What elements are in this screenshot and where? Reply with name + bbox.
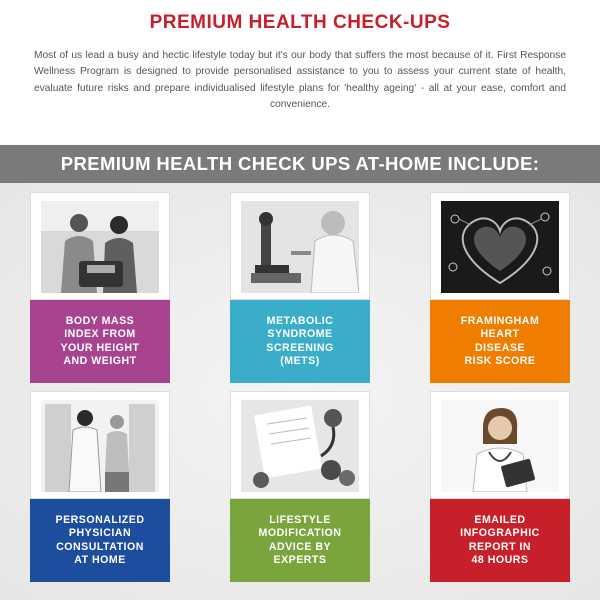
intro-paragraph: Most of us lead a busy and hectic lifest… xyxy=(34,50,566,111)
mets-photo xyxy=(230,192,370,300)
card-label: LIFESTYLE MODIFICATION ADVICE BY EXPERTS xyxy=(230,499,370,582)
bmi-photo xyxy=(30,192,170,300)
doctor-visit-icon xyxy=(41,400,159,492)
lifestyle-photo xyxy=(230,391,370,499)
weighing-scale-icon xyxy=(41,201,159,293)
framingham-photo xyxy=(430,192,570,300)
heart-icon xyxy=(441,201,559,293)
stethoscope-icon xyxy=(241,400,359,492)
report-photo xyxy=(430,391,570,499)
section-banner: PREMIUM HEALTH CHECK UPS AT-HOME INCLUDE… xyxy=(0,145,600,183)
doctor-tablet-icon xyxy=(441,400,559,492)
header-section: PREMIUM HEALTH CHECK-UPS Most of us lead… xyxy=(0,0,600,145)
card-label: FRAMINGHAM HEART DISEASE RISK SCORE xyxy=(430,300,570,383)
services-grid: BODY MASS INDEX FROM YOUR HEIGHT AND WEI… xyxy=(0,183,600,600)
banner-title: PREMIUM HEALTH CHECK UPS AT-HOME INCLUDE… xyxy=(60,153,540,174)
page-title: PREMIUM HEALTH CHECK-UPS xyxy=(149,12,451,33)
card-label: PERSONALIZED PHYSICIAN CONSULTATION AT H… xyxy=(30,499,170,582)
card-label: METABOLIC SYNDROME SCREENING (METS) xyxy=(230,300,370,383)
consultation-photo xyxy=(30,391,170,499)
card-label: BODY MASS INDEX FROM YOUR HEIGHT AND WEI… xyxy=(30,300,170,383)
microscope-icon xyxy=(241,201,359,293)
card-label: EMAILED INFOGRAPHIC REPORT IN 48 HOURS xyxy=(430,499,570,582)
